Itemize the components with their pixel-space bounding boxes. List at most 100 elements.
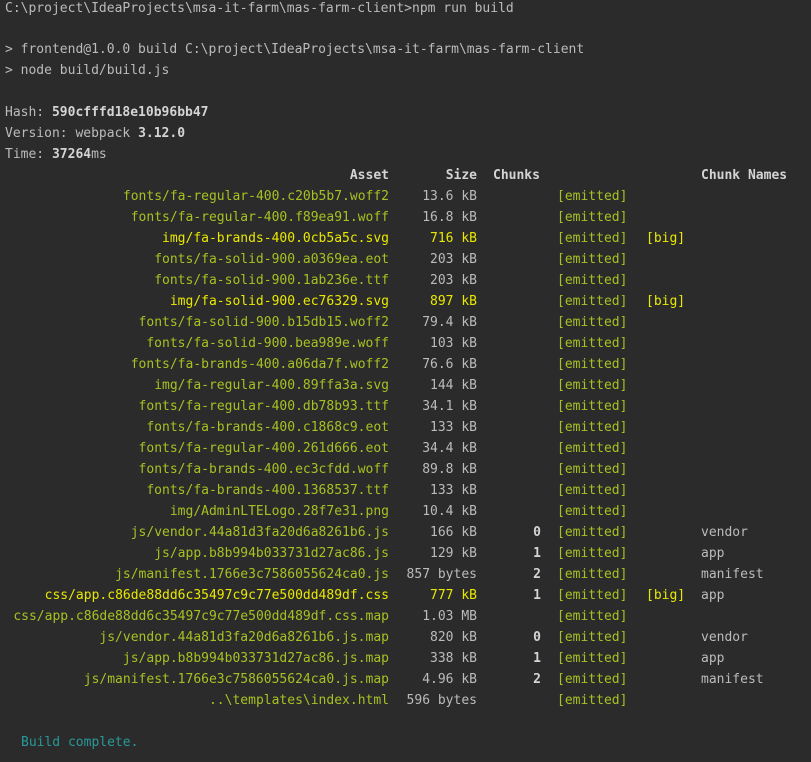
asset-size: 338 kB [430,651,477,666]
big-flag: [big] [646,294,686,309]
asset-size: 133 kB [430,420,477,435]
chunk-name: app [701,588,725,603]
emitted-flag: [emitted] [557,525,628,540]
asset-size: 1.03 MB [422,609,477,624]
asset-size: 34.4 kB [422,441,477,456]
asset-chunk-id: 1 [533,546,541,561]
asset-size: 13.6 kB [422,189,477,204]
big-flag: [big] [646,231,686,246]
table-row: img/fa-solid-900.ec76329.svg 897 kB [emitt… [0,291,811,312]
asset-name: fonts/fa-regular-400.261d666.eot [138,441,389,456]
table-row: fonts/fa-solid-900.bea989e.woff 103 kB [em… [0,333,811,354]
emitted-flag: [emitted] [557,567,628,582]
table-row: fonts/fa-brands-400.1368537.ttf 133 kB [em… [0,480,811,501]
time-value: 37264 [51,147,92,162]
table-row: css/app.c86de88dd6c35497c9c77e500dd489df… [0,606,811,627]
asset-size: 76.6 kB [422,357,477,372]
header-size: Size [445,168,477,183]
asset-name: js/vendor.44a81d3fa20d6a8261b6.js.map [99,630,389,645]
time-unit: ms [91,147,107,162]
asset-name: ..\templates\index.html [208,693,389,708]
asset-size: 820 kB [430,630,477,645]
asset-size: 203 kB [430,252,477,267]
emitted-flag: [emitted] [557,588,628,603]
asset-name: fonts/fa-regular-400.c20b5b7.woff2 [122,189,389,204]
asset-name: js/manifest.1766e3c7586055624ca0.js.map [83,672,389,687]
asset-name: fonts/fa-brands-400.1368537.ttf [146,483,389,498]
table-row: ..\templates\index.html 596 bytes [emitted… [0,690,811,711]
asset-size: 103 kB [430,336,477,351]
table-row: js/manifest.1766e3c7586055624ca0.js 857 b… [0,564,811,585]
asset-size: 133 kB [430,483,477,498]
chunk-name: manifest [701,567,764,582]
asset-chunk-id: 1 [533,651,541,666]
table-row: fonts/fa-brands-400.ec3cfdd.woff 89.8 kB [… [0,459,811,480]
emitted-flag: [emitted] [557,231,628,246]
asset-name: fonts/fa-brands-400.ec3cfdd.woff [138,462,389,477]
asset-chunk-id: 0 [533,630,541,645]
version-line: Version: webpack 3.12.0 [5,123,185,144]
asset-name: fonts/fa-solid-900.b15db15.woff2 [138,315,389,330]
hash-line: Hash: 590cfffd18e10b96bb47 [5,102,209,123]
asset-size: 89.8 kB [422,462,477,477]
emitted-flag: [emitted] [557,189,628,204]
table-row: img/fa-regular-400.89ffa3a.svg 144 kB [emi… [0,375,811,396]
emitted-flag: [emitted] [557,210,628,225]
time-line: Time: 37264ms [5,144,107,165]
npm-script-line: > frontend@1.0.0 build C:\project\IdeaPr… [5,42,585,57]
header-asset: Asset [349,168,389,183]
asset-size: 4.96 kB [422,672,477,687]
table-row: js/vendor.44a81d3fa20d6a8261b6.js.map 820… [0,627,811,648]
chunk-name: manifest [701,672,764,687]
emitted-flag: [emitted] [557,273,628,288]
asset-size: 34.1 kB [422,399,477,414]
version-label: Version: webpack [5,126,139,141]
asset-size: 716 kB [430,231,477,246]
emitted-flag: [emitted] [557,399,628,414]
prompt-line: C:\project\IdeaProjects\msa-it-farm\mas-… [5,1,514,16]
asset-size: 144 kB [430,378,477,393]
asset-size: 166 kB [430,525,477,540]
emitted-flag: [emitted] [557,546,628,561]
asset-size: 897 kB [430,294,477,309]
terminal-window: C:\project\IdeaProjects\msa-it-farm\mas-… [0,0,811,762]
table-row: fonts/fa-solid-900.a0369ea.eot 203 kB [emi… [0,249,811,270]
emitted-flag: [emitted] [557,630,628,645]
asset-size: 16.8 kB [422,210,477,225]
asset-size: 777 kB [430,588,477,603]
emitted-flag: [emitted] [557,315,628,330]
asset-size: 79.4 kB [422,315,477,330]
asset-name: js/vendor.44a81d3fa20d6a8261b6.js [130,525,389,540]
table-row: fonts/fa-regular-400.f89ea91.woff 16.8 kB… [0,207,811,228]
asset-name: fonts/fa-solid-900.bea989e.woff [146,336,389,351]
asset-name: js/manifest.1766e3c7586055624ca0.js [115,567,389,582]
emitted-flag: [emitted] [557,252,628,267]
asset-name: fonts/fa-brands-400.c1868c9.eot [146,420,389,435]
emitted-flag: [emitted] [557,693,628,708]
header-chunk-names: Chunk Names [701,168,788,183]
hash-value: 590cfffd18e10b96bb47 [51,105,209,120]
asset-size: 10.4 kB [422,504,477,519]
asset-size: 857 bytes [406,567,477,582]
asset-size: 129 kB [430,546,477,561]
chunk-name: vendor [701,630,748,645]
asset-name: fonts/fa-regular-400.f89ea91.woff [130,210,389,225]
table-row: fonts/fa-brands-400.a06da7f.woff2 76.6 kB… [0,354,811,375]
emitted-flag: [emitted] [557,441,628,456]
asset-name: js/app.b8b994b033731d27ac86.js.map [122,651,389,666]
asset-size: 596 bytes [406,693,477,708]
node-command-line: > node build/build.js [5,63,170,78]
table-row: fonts/fa-solid-900.b15db15.woff2 79.4 kB [… [0,312,811,333]
time-label: Time: [5,147,52,162]
emitted-flag: [emitted] [557,483,628,498]
asset-name: img/fa-solid-900.ec76329.svg [169,294,389,309]
emitted-flag: [emitted] [557,462,628,477]
asset-name: fonts/fa-regular-400.db78b93.ttf [138,399,389,414]
asset-name: js/app.b8b994b033731d27ac86.js [154,546,389,561]
table-row: img/fa-brands-400.0cb5a5c.svg 716 kB [emit… [0,228,811,249]
table-row: js/vendor.44a81d3fa20d6a8261b6.js 166 kB 0… [0,522,811,543]
emitted-flag: [emitted] [557,357,628,372]
asset-name: fonts/fa-brands-400.a06da7f.woff2 [130,357,389,372]
asset-name: css/app.c86de88dd6c35497c9c77e500dd489df… [44,588,389,603]
asset-chunk-id: 2 [533,672,541,687]
